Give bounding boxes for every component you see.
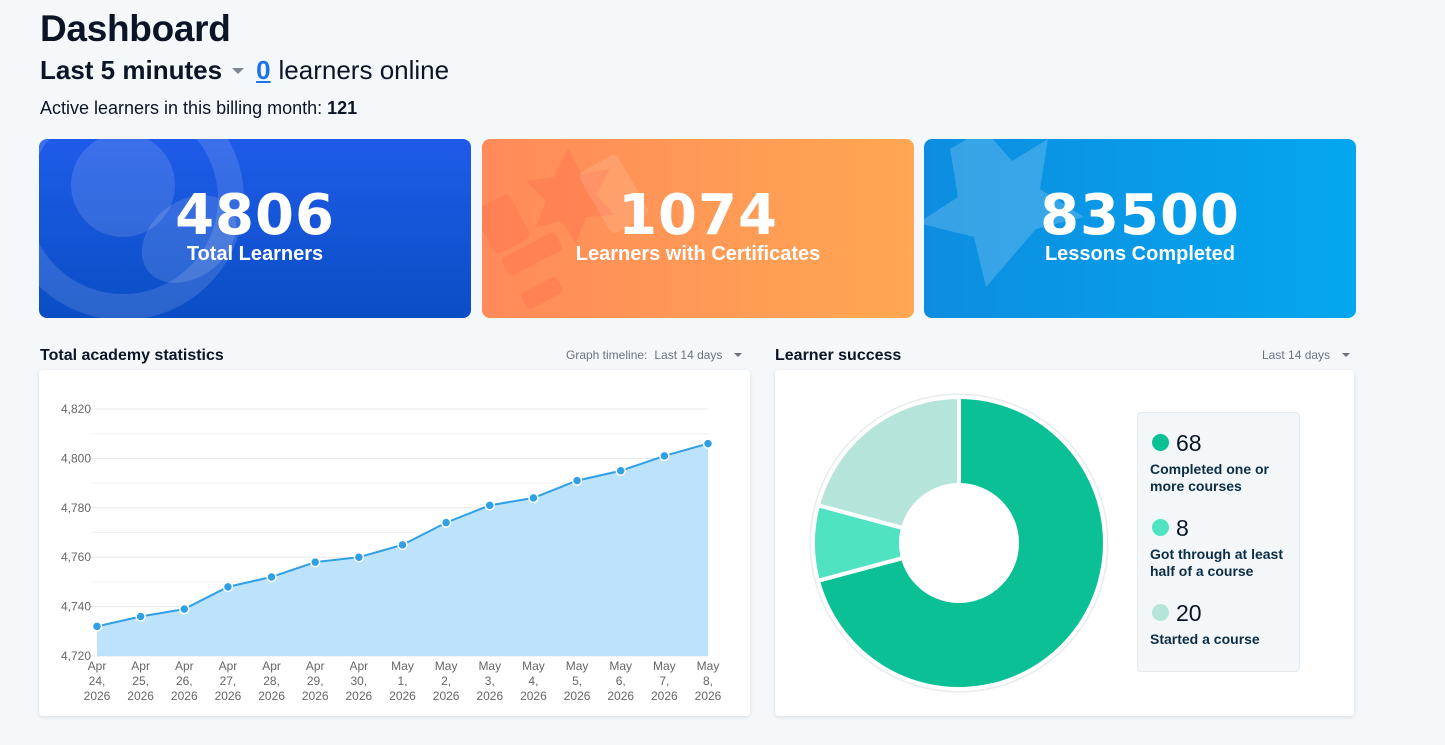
x-tick-label: May 3, 2026 [476, 659, 503, 703]
x-tick-label: May 8, 2026 [695, 659, 722, 703]
x-tick-label: Apr 28, 2026 [258, 659, 285, 703]
certificates-label: Learners with Certificates [575, 243, 821, 265]
legend-text-line: Got through at least [1150, 546, 1283, 562]
x-tick-label: Apr 27, 2026 [215, 659, 242, 703]
data-point [615, 465, 626, 476]
legend-text: Got through at least half of a course [1150, 546, 1300, 580]
x-tick-label: May 4, 2026 [520, 659, 547, 703]
statistics-chart-panel: 4,720 4,740 4,760 4,780 4,800 4,820 Apr 24, 2026… [39, 370, 750, 716]
legend-text-line: Started a course [1150, 631, 1260, 647]
billing-value: 121 [327, 98, 358, 118]
data-point [484, 500, 496, 511]
learner-success-title: Learner success [775, 347, 902, 364]
graph-timeline-label: Graph timeline: [566, 348, 648, 362]
y-tick-label: 4,740 [61, 600, 91, 614]
total-learners-card[interactable]: 4806 Total Learners [39, 139, 471, 318]
statistics-title: Total academy statistics [40, 347, 224, 364]
legend-value: 68 [1176, 430, 1202, 456]
x-tick-label: May 1, 2026 [389, 659, 416, 703]
donut-legend: 68 Completed one or more courses 8 Got t… [1137, 412, 1300, 672]
legend-text: Started a course [1150, 631, 1300, 648]
x-tick-label: Apr 24, 2026 [84, 659, 111, 703]
success-timeline-selector[interactable]: Last 14 days [1262, 348, 1351, 362]
lessons-completed-label: Lessons Completed [1044, 243, 1236, 265]
graph-timeline-value[interactable]: Last 14 days [654, 348, 722, 362]
x-tick-label: Apr 26, 2026 [171, 659, 198, 703]
data-point [659, 450, 670, 462]
legend-color-dot [1152, 434, 1169, 451]
data-point [440, 517, 452, 528]
data-point [353, 551, 365, 563]
data-point [397, 539, 408, 551]
chevron-down-icon[interactable] [232, 68, 245, 74]
data-point [266, 571, 277, 583]
legend-color-dot [1152, 519, 1169, 536]
data-point [179, 603, 190, 615]
legend-text-line: Completed one or [1150, 461, 1270, 477]
chevron-down-icon[interactable] [1342, 353, 1351, 357]
certificates-value: 1074 [618, 183, 778, 248]
online-summary: Last 5 minutes 0 learners online [40, 55, 449, 86]
y-tick-label: 4,760 [61, 550, 91, 564]
y-tick-label: 4,800 [61, 451, 91, 465]
learner-success-donut-chart [809, 393, 1109, 693]
total-learners-label: Total Learners [186, 243, 324, 265]
x-tick-label: May 5, 2026 [564, 659, 591, 703]
x-tick-label: Apr 29, 2026 [302, 659, 329, 703]
legend-color-dot [1152, 604, 1169, 621]
data-point [91, 621, 103, 632]
chevron-down-icon[interactable] [734, 353, 743, 357]
period-selector[interactable]: Last 5 minutes [40, 55, 222, 86]
page-title: Dashboard [40, 8, 231, 49]
x-tick-label: May 6, 2026 [607, 659, 634, 703]
lessons-completed-card[interactable]: 83500 Lessons Completed [924, 139, 1356, 318]
total-learners-value: 4806 [175, 183, 335, 248]
data-point [135, 611, 146, 622]
y-tick-label: 4,780 [61, 501, 91, 515]
statistics-area-chart: 4,7204,7404,7604,7804,8004,820Apr 24, 2026… [61, 402, 722, 703]
lessons-completed-value: 83500 [1040, 183, 1240, 248]
data-point [222, 581, 234, 593]
data-point [702, 438, 714, 449]
certificates-card[interactable]: 1074 Learners with Certificates [482, 139, 914, 318]
x-tick-label: Apr 25, 2026 [127, 659, 154, 703]
success-timeline-value[interactable]: Last 14 days [1262, 348, 1330, 362]
data-point [309, 556, 321, 568]
x-tick-label: Apr 30, 2026 [346, 659, 373, 703]
legend-text-line: half of a course [1150, 563, 1254, 579]
legend-text-line: more courses [1150, 478, 1242, 494]
legend-text: Completed one or more courses [1150, 461, 1300, 495]
x-tick-label: May 7, 2026 [651, 659, 678, 703]
online-text: learners online [278, 55, 450, 85]
billing-label: Active learners in this billing month: [40, 98, 323, 118]
donut-hole [899, 483, 1019, 603]
data-point [528, 492, 539, 504]
data-point [571, 475, 583, 486]
legend-value: 20 [1176, 600, 1202, 626]
graph-timeline-selector[interactable]: Graph timeline: Last 14 days [566, 348, 743, 362]
y-tick-label: 4,820 [61, 402, 91, 416]
learner-success-panel: 68 Completed one or more courses 8 Got t… [775, 370, 1354, 716]
legend-value: 8 [1176, 515, 1189, 541]
online-count-link[interactable]: 0 [256, 55, 270, 86]
billing-summary: Active learners in this billing month: 1… [40, 98, 357, 119]
x-tick-label: May 2, 2026 [433, 659, 460, 703]
